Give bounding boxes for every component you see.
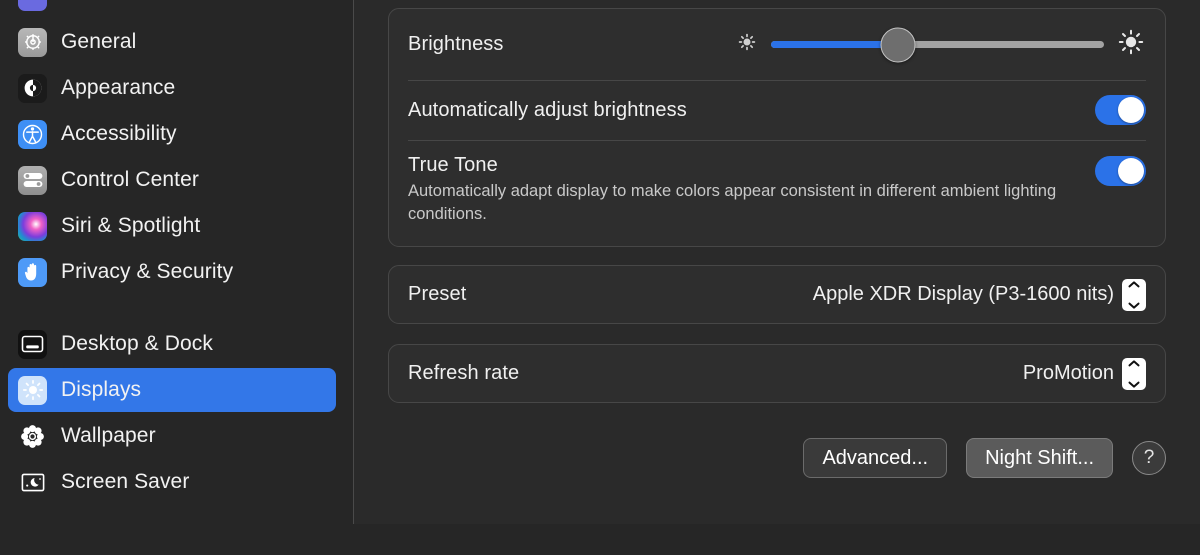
advanced-button[interactable]: Advanced... xyxy=(803,438,948,478)
sidebar-item-label: Desktop & Dock xyxy=(61,332,213,355)
brightness-fill xyxy=(771,41,898,48)
sidebar-item-label: Privacy & Security xyxy=(61,260,234,283)
auto-brightness-row: Automatically adjust brightness xyxy=(389,80,1165,140)
sidebar-item-displays[interactable]: Displays xyxy=(8,368,336,412)
sidebar-group-divider xyxy=(0,296,354,320)
sidebar-item-general[interactable]: General xyxy=(8,20,336,64)
sidebar-item-label: Accessibility xyxy=(61,122,177,145)
row-separator xyxy=(408,140,1146,141)
sidebar-item-siri-spotlight[interactable]: Siri & Spotlight xyxy=(8,204,336,248)
sidebar-item-label: General xyxy=(61,30,137,53)
sidebar-item-control-center[interactable]: Control Center xyxy=(8,158,336,202)
preset-card: Preset Apple XDR Display (P3-1600 nits) xyxy=(388,265,1166,324)
true-tone-text: True Tone Automatically adapt display to… xyxy=(408,154,1068,226)
night-shift-button[interactable]: Night Shift... xyxy=(966,438,1113,478)
sidebar-item-partial-top[interactable] xyxy=(8,0,336,18)
refresh-rate-card: Refresh rate ProMotion xyxy=(388,344,1166,403)
accessibility-icon xyxy=(18,119,47,149)
true-tone-description: Automatically adapt display to make colo… xyxy=(408,182,1057,223)
row-separator xyxy=(408,80,1146,81)
sidebar-item-label: Appearance xyxy=(61,76,176,99)
true-tone-label: True Tone xyxy=(408,154,498,176)
content-panel: Brightness Automatically adjust brightne… xyxy=(354,0,1200,524)
help-button[interactable]: ? xyxy=(1132,441,1166,475)
sidebar-item-accessibility[interactable]: Accessibility xyxy=(8,112,336,156)
preset-value: Apple XDR Display (P3-1600 nits) xyxy=(812,283,1114,305)
sidebar-item-screen-saver[interactable]: Screen Saver xyxy=(8,460,336,504)
appearance-icon xyxy=(18,73,47,103)
brightness-track[interactable] xyxy=(771,27,1104,62)
true-tone-row: True Tone Automatically adapt display to… xyxy=(389,140,1165,247)
chevron-down-icon xyxy=(1128,296,1140,314)
screen-saver-icon xyxy=(18,468,47,497)
preset-row: Preset Apple XDR Display (P3-1600 nits) xyxy=(389,266,1165,323)
sidebar-item-list: General Appearance Accessibility Control… xyxy=(0,0,354,506)
auto-brightness-toggle[interactable] xyxy=(1095,95,1146,125)
sidebar-item-label: Displays xyxy=(61,378,142,401)
refresh-rate-value: ProMotion xyxy=(1022,362,1114,384)
sun-large-icon xyxy=(1116,27,1146,62)
preset-popup-button[interactable] xyxy=(1122,278,1146,314)
sidebar-item-wallpaper[interactable]: Wallpaper xyxy=(8,414,336,458)
system-settings-window: General Appearance Accessibility Control… xyxy=(0,0,1200,524)
privacy-hand-icon xyxy=(18,257,47,287)
control-center-icon xyxy=(18,165,47,195)
sidebar-item-appearance[interactable]: Appearance xyxy=(8,66,336,110)
chevron-up-icon xyxy=(1128,354,1140,372)
sun-small-icon xyxy=(735,30,759,59)
action-button-bar: Advanced... Night Shift... ? xyxy=(388,428,1166,488)
sidebar-item-label: Screen Saver xyxy=(61,470,190,493)
refresh-rate-popup-button[interactable] xyxy=(1122,357,1146,393)
sidebar-item-label: Wallpaper xyxy=(61,424,156,447)
toggle-knob xyxy=(1118,97,1144,123)
sidebar-item-desktop-dock[interactable]: Desktop & Dock xyxy=(8,322,336,366)
chevron-up-icon xyxy=(1128,275,1140,293)
display-settings-card: Brightness Automatically adjust brightne… xyxy=(388,8,1166,247)
focus-icon xyxy=(18,0,47,11)
preset-label: Preset xyxy=(408,283,467,305)
desktop-dock-icon xyxy=(18,329,47,359)
sidebar-item-privacy-security[interactable]: Privacy & Security xyxy=(8,250,336,294)
displays-sun-icon xyxy=(18,375,47,405)
brightness-label: Brightness xyxy=(408,33,504,55)
toggle-knob xyxy=(1118,158,1144,184)
brightness-slider[interactable] xyxy=(735,27,1146,62)
gear-icon xyxy=(18,27,47,57)
auto-brightness-label: Automatically adjust brightness xyxy=(408,98,687,121)
sidebar-item-label: Siri & Spotlight xyxy=(61,214,201,237)
refresh-rate-row: Refresh rate ProMotion xyxy=(389,345,1165,402)
refresh-rate-label: Refresh rate xyxy=(408,362,520,384)
chevron-down-icon xyxy=(1128,375,1140,393)
brightness-row: Brightness xyxy=(389,9,1165,80)
siri-icon xyxy=(18,211,47,241)
brightness-thumb[interactable] xyxy=(880,27,916,62)
sidebar: General Appearance Accessibility Control… xyxy=(0,0,354,524)
wallpaper-flower-icon xyxy=(18,422,47,451)
true-tone-toggle[interactable] xyxy=(1095,156,1146,186)
sidebar-item-label: Control Center xyxy=(61,168,199,191)
